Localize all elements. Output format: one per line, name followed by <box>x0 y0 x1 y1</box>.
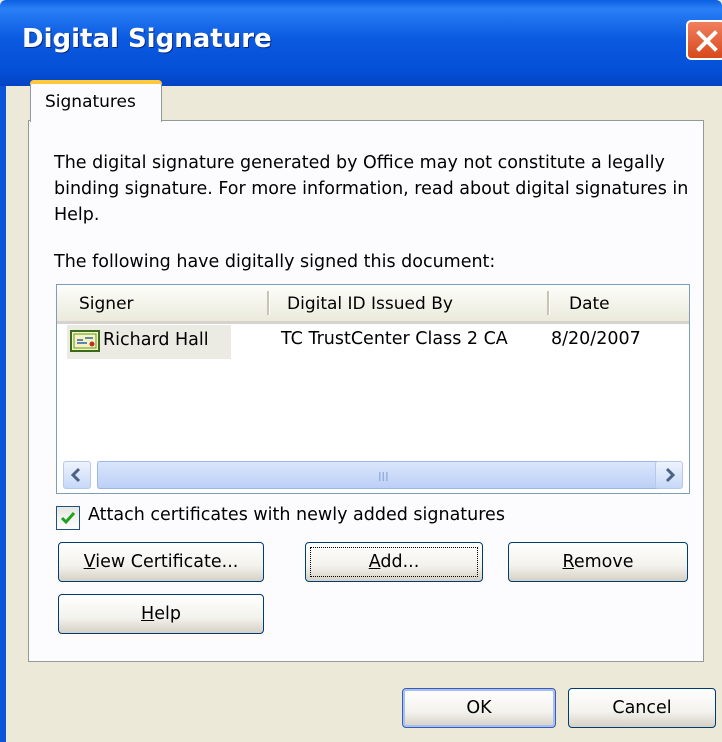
date-cell: 8/20/2007 <box>551 329 641 349</box>
list-header: Signer Digital ID Issued By Date <box>57 285 689 324</box>
chevron-left-icon <box>70 467 81 483</box>
certificate-icon <box>70 330 100 352</box>
scroll-grip: III <box>378 470 389 484</box>
column-separator[interactable] <box>267 291 270 315</box>
scroll-track[interactable]: III <box>97 461 675 489</box>
signers-list-label: The following have digitally signed this… <box>54 252 496 272</box>
cancel-button[interactable]: Cancel <box>568 688 716 728</box>
signer-name: Richard Hall <box>103 330 209 350</box>
description-text: The digital signature generated by Offic… <box>54 153 689 225</box>
horizontal-scrollbar[interactable]: III <box>57 459 689 493</box>
scroll-left-button[interactable] <box>63 461 91 489</box>
signatures-list[interactable]: Signer Digital ID Issued By Date Richard… <box>56 284 690 494</box>
scroll-thumb[interactable]: III <box>97 461 675 489</box>
table-row[interactable]: Richard Hall TC TrustCenter Class 2 CA 8… <box>57 325 689 359</box>
attach-certificates-checkbox[interactable] <box>56 506 80 530</box>
window-frame-left <box>0 86 6 742</box>
close-icon <box>696 30 718 52</box>
column-header-signer[interactable]: Signer <box>79 294 134 314</box>
window-title: Digital Signature <box>22 24 272 54</box>
issuer-cell: TC TrustCenter Class 2 CA <box>281 329 508 349</box>
signer-cell[interactable]: Richard Hall <box>67 325 231 359</box>
checkmark-icon <box>60 512 76 525</box>
column-header-date[interactable]: Date <box>569 294 610 314</box>
title-bar: Digital Signature <box>0 0 722 86</box>
remove-button[interactable]: Remove <box>508 542 688 582</box>
close-button[interactable] <box>686 20 722 60</box>
column-separator[interactable] <box>547 291 550 315</box>
chevron-right-icon <box>665 467 676 483</box>
view-certificate-button[interactable]: View Certificate... <box>58 542 264 582</box>
column-header-issuer[interactable]: Digital ID Issued By <box>287 294 453 314</box>
ok-button[interactable]: OK <box>402 688 556 728</box>
tab-label: Signatures <box>45 92 136 112</box>
add-button[interactable]: Add... <box>305 542 483 582</box>
tab-signatures[interactable]: Signatures <box>30 80 162 122</box>
scroll-right-button[interactable] <box>655 461 683 489</box>
attach-certificates-label[interactable]: Attach certificates with newly added sig… <box>88 505 505 525</box>
help-button[interactable]: Help <box>58 594 264 634</box>
